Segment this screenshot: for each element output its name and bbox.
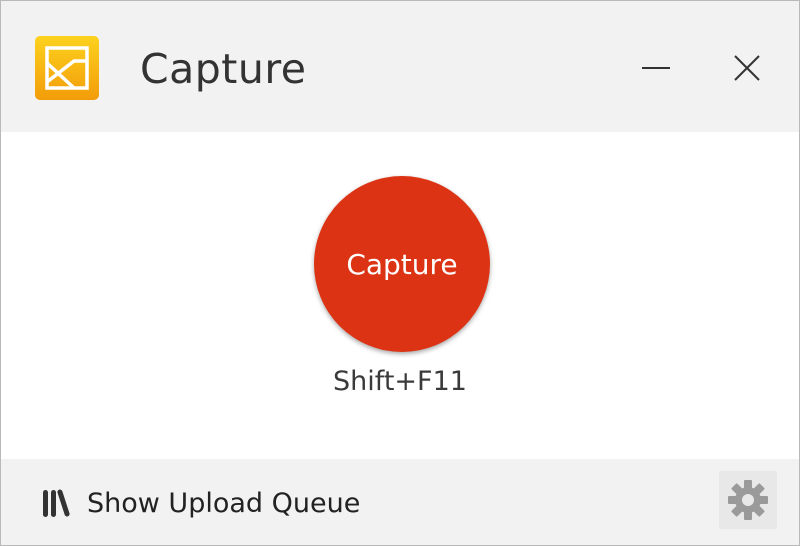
- gear-icon: [728, 480, 768, 520]
- close-icon: [734, 55, 760, 81]
- footer-bar: Show Upload Queue: [1, 459, 799, 545]
- title-bar: Capture: [1, 1, 799, 132]
- show-upload-queue-link[interactable]: Show Upload Queue: [41, 481, 360, 525]
- capture-window: Capture Capture Shift+F11 Show Upload Qu…: [0, 0, 800, 546]
- books-icon: [43, 489, 70, 517]
- app-logo-icon: [34, 35, 100, 101]
- capture-button[interactable]: Capture: [314, 176, 490, 352]
- close-button[interactable]: [723, 41, 771, 97]
- minimize-icon: [642, 67, 670, 69]
- minimize-button[interactable]: [632, 41, 680, 97]
- upload-queue-label: Show Upload Queue: [87, 487, 361, 519]
- settings-button[interactable]: [719, 471, 777, 529]
- main-panel: Capture Shift+F11: [1, 132, 799, 459]
- window-title: Capture: [140, 45, 307, 93]
- shortcut-label: Shift+F11: [333, 366, 467, 397]
